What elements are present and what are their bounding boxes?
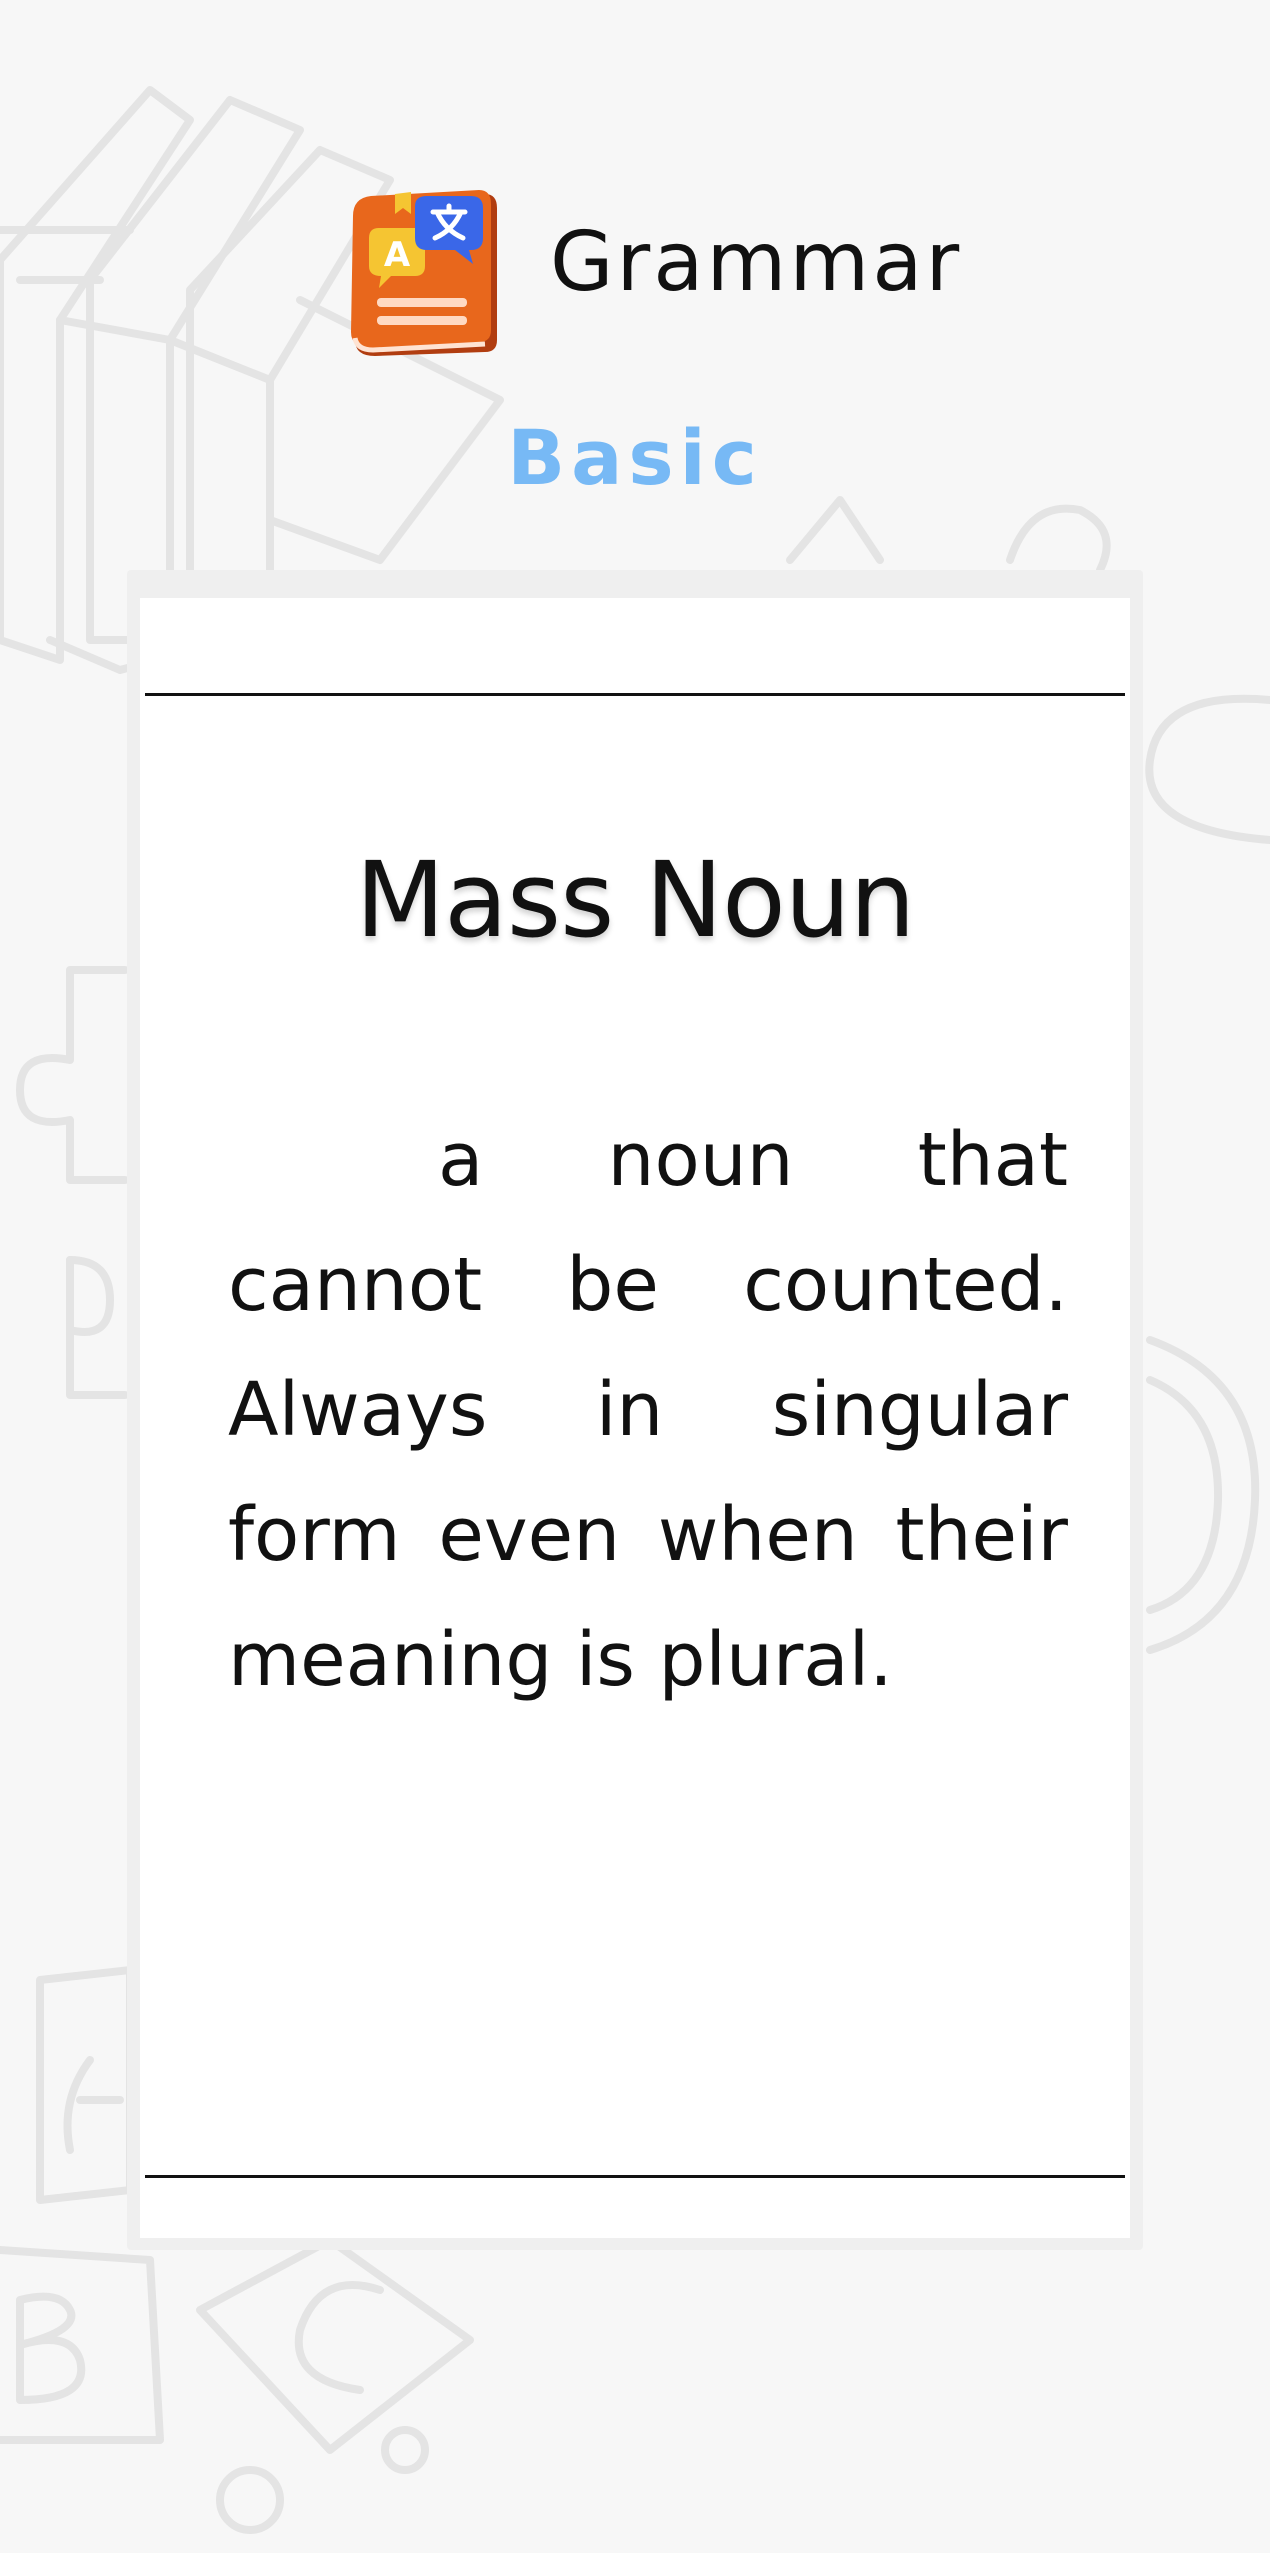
card-bottom-divider <box>145 2175 1125 2178</box>
level-label: Basic <box>507 413 763 502</box>
card-definition: a noun that cannot be counted. Always in… <box>228 1117 1068 1703</box>
app-title: Grammar <box>550 215 963 310</box>
card-top-divider <box>145 693 1125 696</box>
grammar-book-icon: A <box>351 190 497 356</box>
flashcard[interactable]: Mass Noun a noun that cannot be counted.… <box>140 598 1130 2238</box>
flashcard-frame: Mass Noun a noun that cannot be counted.… <box>127 570 1143 2250</box>
card-title: Mass Noun <box>355 839 915 961</box>
svg-text:A: A <box>384 235 411 275</box>
app-header: A Grammar <box>0 170 1270 370</box>
